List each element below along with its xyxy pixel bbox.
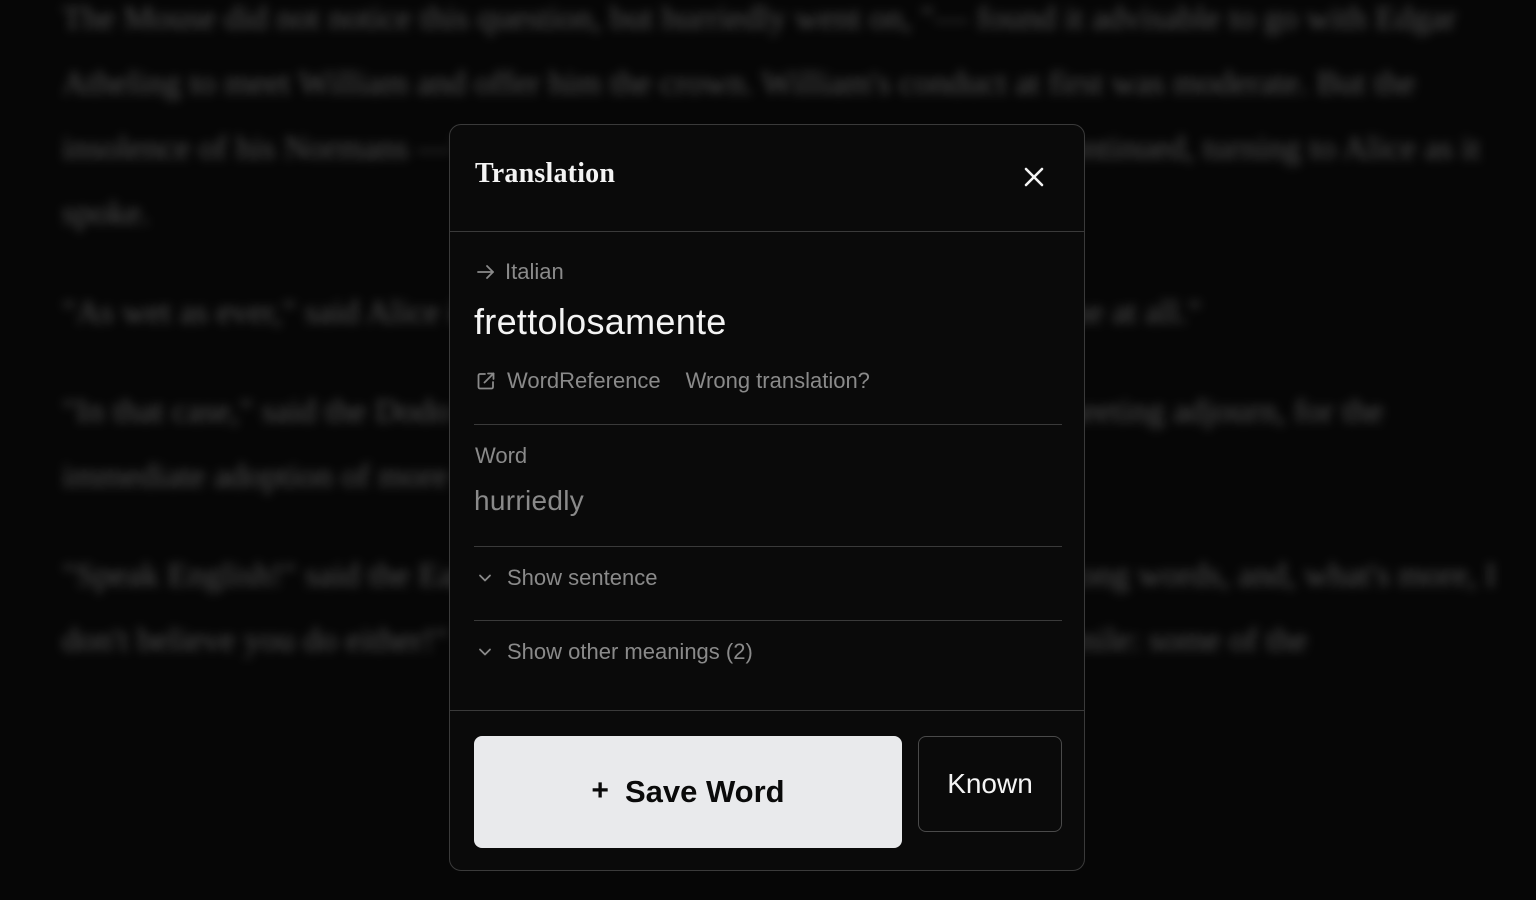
show-other-meanings-label: Show other meanings (2) (507, 639, 753, 664)
dialog-header: Translation (450, 125, 1084, 232)
word-label: Word (475, 443, 528, 468)
arrow-right-icon (477, 265, 494, 279)
divider (474, 424, 1062, 425)
target-language: Italian (475, 257, 564, 287)
divider (474, 620, 1062, 621)
wordreference-label: WordReference (507, 368, 661, 393)
save-word-button[interactable]: + Save Word (474, 736, 902, 848)
translation-dialog: Translation Italian frettolosamente Word… (449, 124, 1085, 871)
external-link-icon (477, 372, 495, 390)
divider (474, 546, 1062, 547)
save-word-label: Save Word (624, 774, 785, 809)
chevron-down-icon (479, 648, 491, 656)
close-icon (1024, 167, 1044, 187)
known-button[interactable]: Known (918, 736, 1062, 832)
chevron-down-icon (479, 574, 491, 582)
footer-divider (450, 710, 1084, 711)
wordreference-link[interactable]: WordReference (475, 368, 661, 394)
show-sentence-label: Show sentence (507, 565, 658, 590)
translation-links: WordReference Wrong translation? (475, 368, 870, 394)
source-word: hurriedly (474, 485, 585, 516)
wrong-translation-link[interactable]: Wrong translation? (686, 368, 870, 394)
translated-word: frettolosamente (474, 301, 727, 342)
show-sentence-toggle[interactable]: Show sentence (475, 565, 657, 591)
language-label: Italian (505, 259, 564, 284)
dialog-title: Translation (475, 158, 616, 189)
close-button[interactable] (1018, 161, 1050, 193)
show-other-meanings-toggle[interactable]: Show other meanings (2) (475, 639, 753, 665)
plus-icon: + (591, 773, 609, 807)
